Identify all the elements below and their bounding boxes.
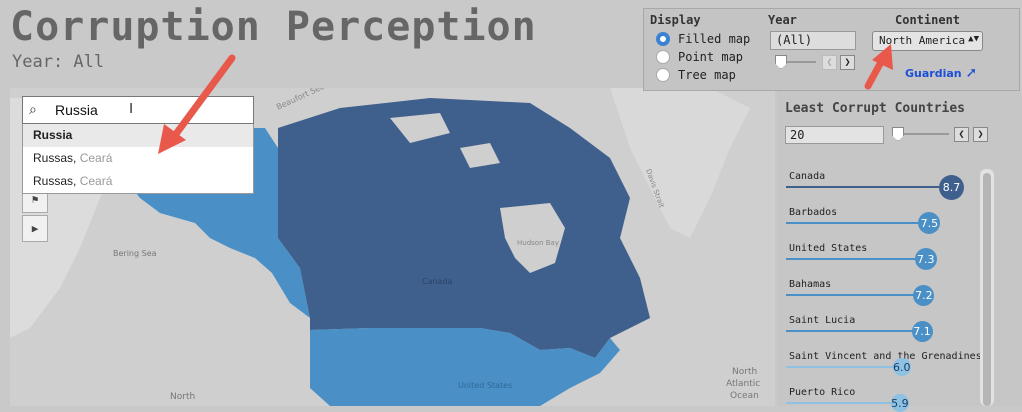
ranking-slider-thumb[interactable]: [892, 127, 904, 141]
radio-selected-icon: [656, 32, 670, 46]
ranking-bars: Canada 8.7 Barbados 7.5 United States 7.3 Baha…: [777, 171, 982, 412]
continent-label: Continent: [895, 13, 961, 27]
ranking-country-name: United States: [789, 243, 868, 254]
search-result-item[interactable]: Russas, Ceará: [23, 147, 253, 170]
guardian-link[interactable]: Guardian ➚: [905, 65, 977, 81]
ranking-bar[interactable]: [786, 186, 952, 188]
external-link-arrow-icon: ➚: [965, 65, 978, 81]
ranking-count-input[interactable]: 20: [785, 126, 884, 144]
ranking-country-name: Puerto Rico: [789, 387, 856, 398]
result-name: Russas,: [33, 151, 77, 165]
search-icon: ⌕: [29, 101, 37, 117]
radio-label: Tree map: [678, 68, 736, 82]
map-search-box[interactable]: ⌕ Russia I: [22, 96, 254, 124]
radio-icon: [656, 68, 670, 82]
search-results: Russia Russas, Ceará Russas, Ceará: [22, 124, 254, 194]
search-input[interactable]: Russia: [55, 102, 98, 118]
ranking-bar[interactable]: [786, 258, 926, 260]
result-detail: Ceará: [79, 151, 113, 165]
year-label: Year: [768, 13, 797, 27]
ranking-value-circle[interactable]: 5.9: [890, 394, 909, 412]
pin-icon: ⚑: [31, 193, 39, 206]
ranking-country-name: Saint Vincent and the Grenadines: [789, 351, 982, 362]
ranking-value-circle[interactable]: 8.7: [939, 174, 965, 200]
ranking-bar[interactable]: [786, 366, 902, 368]
display-option-tree[interactable]: Tree map: [656, 68, 736, 82]
radio-icon: [656, 50, 670, 64]
continent-value: North America: [879, 34, 966, 47]
map-label-canada: Canada: [422, 277, 453, 286]
year-prev-button[interactable]: ❮: [822, 55, 837, 70]
map-label-atlantic3: Ocean: [730, 391, 759, 401]
ranking-country-name: Bahamas: [789, 279, 832, 290]
map-label-bering: Bering Sea: [113, 249, 157, 258]
year-slider-thumb[interactable]: [775, 55, 787, 69]
ranking-bar[interactable]: [786, 294, 924, 296]
chevron-right-icon: ❯: [844, 57, 851, 68]
year-next-button[interactable]: ❯: [840, 55, 855, 70]
ranking-scrollbar[interactable]: [980, 169, 994, 406]
controls-panel: Display Year Continent Filled map Point …: [643, 8, 1020, 91]
updown-arrow-icon: ▲▼: [968, 34, 979, 44]
ranking-country-name: Canada: [789, 171, 826, 182]
ranking-value-circle[interactable]: 7.1: [911, 320, 933, 342]
radio-label: Point map: [678, 50, 744, 64]
map-label-atlantic1: North: [732, 367, 757, 377]
display-option-filled[interactable]: Filled map: [656, 32, 750, 46]
search-result-item[interactable]: Russia: [23, 124, 253, 147]
ranking-country-name: Barbados: [789, 207, 838, 218]
map-label-united: United States: [458, 381, 512, 390]
result-name: Russas,: [33, 174, 77, 188]
map-play-button[interactable]: ▶: [22, 215, 48, 242]
search-result-item[interactable]: Russas, Ceará: [23, 170, 253, 193]
page-title: Corruption Perception: [10, 4, 537, 50]
ranking-prev-button[interactable]: ❮: [954, 127, 969, 142]
play-icon: ▶: [31, 222, 39, 235]
ranking-value-circle[interactable]: 7.5: [918, 212, 941, 234]
ranking-country-name: Saint Lucia: [789, 315, 856, 326]
radio-label: Filled map: [678, 32, 751, 46]
map-label-north: North: [170, 392, 195, 402]
continent-select[interactable]: North America ▲▼: [872, 31, 983, 51]
ranking-value-circle[interactable]: 7.2: [913, 284, 935, 306]
year-select[interactable]: (All): [770, 31, 856, 50]
ranking-value-circle[interactable]: 7.3: [914, 248, 937, 270]
ranking-panel: Least Corrupt Countries 20 ❮ ❯ Canada 8.7…: [777, 91, 1022, 412]
chevron-left-icon: ❮: [958, 129, 965, 140]
ranking-value-circle[interactable]: 6.0: [892, 358, 911, 376]
guardian-link-label: Guardian: [905, 67, 962, 80]
scrollbar-thumb[interactable]: [983, 173, 991, 406]
result-detail: Ceará: [79, 174, 113, 188]
ranking-bar[interactable]: [786, 330, 923, 332]
ranking-bar[interactable]: [786, 402, 900, 404]
display-label: Display: [650, 13, 701, 27]
ranking-bar[interactable]: [786, 222, 930, 224]
page-subtitle: Year: All: [12, 52, 105, 72]
chevron-right-icon: ❯: [977, 129, 984, 140]
chevron-left-icon: ❮: [826, 57, 833, 68]
display-option-point[interactable]: Point map: [656, 50, 743, 64]
map-label-atlantic2: Atlantic: [726, 379, 760, 389]
ranking-title: Least Corrupt Countries: [785, 101, 966, 116]
result-name: Russia: [33, 128, 73, 142]
map-label-hudson: Hudson Bay: [517, 239, 559, 247]
text-cursor-icon: I: [129, 100, 134, 117]
ranking-next-button[interactable]: ❯: [973, 127, 988, 142]
